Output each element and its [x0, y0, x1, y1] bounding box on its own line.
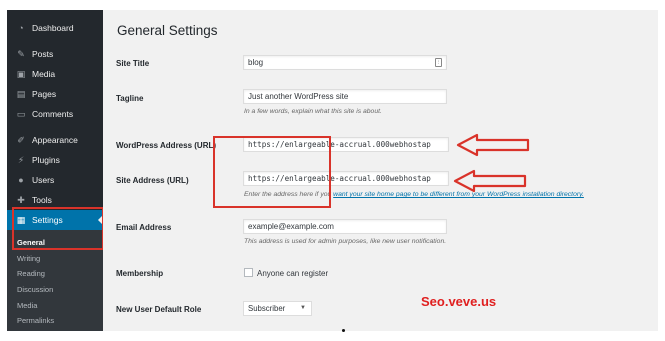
menu-label: Users — [32, 175, 55, 185]
menu-media[interactable]: ▣ Media — [7, 65, 103, 83]
menu-plugins[interactable]: ⚡ Plugins — [7, 151, 103, 169]
comment-icon: ▭ — [16, 108, 26, 119]
email-label: Email Address — [116, 223, 172, 232]
tagline-label: Tagline — [116, 94, 144, 103]
email-description: This address is used for admin purposes,… — [244, 238, 447, 245]
autofill-key-icon[interactable]: ⁝ — [435, 58, 442, 67]
submenu-discussion[interactable]: Discussion — [17, 285, 53, 294]
url-labels-highlight-box — [213, 136, 331, 208]
tagline-input[interactable]: Just another WordPress site — [243, 89, 447, 104]
main-content: General Settings Site Title blog ⁝ Tagli… — [103, 10, 658, 331]
anyone-can-register-label: Anyone can register — [257, 269, 329, 278]
wp-address-label: WordPress Address (URL) — [116, 141, 217, 150]
media-icon: ▣ — [16, 68, 26, 79]
watermark-text: Seo.veve.us — [421, 294, 497, 309]
pages-icon: ▤ — [16, 88, 26, 99]
cursor-dot — [342, 329, 345, 332]
anyone-can-register-checkbox[interactable] — [244, 268, 253, 277]
menu-label: Posts — [32, 49, 54, 59]
site-title-value: blog — [248, 58, 264, 67]
menu-label: Dashboard — [32, 23, 74, 33]
submenu-reading[interactable]: Reading — [17, 269, 45, 278]
menu-label: Tools — [32, 195, 52, 205]
chevron-down-icon: ▼ — [300, 305, 306, 311]
submenu-writing[interactable]: Writing — [17, 254, 40, 263]
menu-label: Pages — [32, 89, 57, 99]
default-role-value: Subscriber — [248, 304, 286, 313]
menu-label: Plugins — [32, 155, 60, 165]
email-input[interactable]: example@example.com — [243, 219, 447, 234]
menu-dashboard[interactable]: ◔ Dashboard — [7, 19, 103, 37]
pin-icon: ✎ — [17, 48, 25, 59]
tagline-description: In a few words, explain what this site i… — [244, 108, 382, 115]
menu-comments[interactable]: ▭ Comments — [7, 105, 103, 123]
admin-sidebar: ◔ Dashboard ✎ Posts ▣ Media ▤ Pages ▭ Co… — [7, 10, 103, 331]
menu-appearance[interactable]: ✐ Appearance — [7, 131, 103, 149]
menu-label: Media — [32, 69, 56, 79]
menu-label: Appearance — [32, 135, 78, 145]
menu-posts[interactable]: ✎ Posts — [7, 45, 103, 63]
site-address-label: Site Address (URL) — [116, 176, 189, 185]
arrow-annotation-1 — [456, 133, 530, 157]
site-title-label: Site Title — [116, 59, 150, 68]
submenu-permalinks[interactable]: Permalinks — [17, 316, 54, 325]
membership-label: Membership — [116, 269, 164, 278]
page-title: General Settings — [117, 23, 218, 38]
user-icon: ● — [18, 174, 24, 185]
menu-pages[interactable]: ▤ Pages — [7, 85, 103, 103]
submenu-media[interactable]: Media — [17, 301, 37, 310]
email-value: example@example.com — [248, 222, 334, 231]
arrow-annotation-2 — [453, 169, 527, 193]
settings-highlight-box — [12, 207, 104, 250]
dashboard-icon: ◔ — [18, 22, 24, 33]
site-title-input[interactable]: blog ⁝ — [243, 55, 447, 70]
menu-label: Comments — [32, 109, 74, 119]
plug-icon: ⚡ — [17, 154, 25, 165]
default-role-label: New User Default Role — [116, 305, 202, 314]
default-role-select[interactable]: Subscriber ▼ — [243, 301, 312, 316]
tagline-value: Just another WordPress site — [248, 92, 349, 101]
wrench-icon: ✚ — [17, 194, 25, 205]
menu-users[interactable]: ● Users — [7, 171, 103, 189]
brush-icon: ✐ — [17, 134, 25, 145]
